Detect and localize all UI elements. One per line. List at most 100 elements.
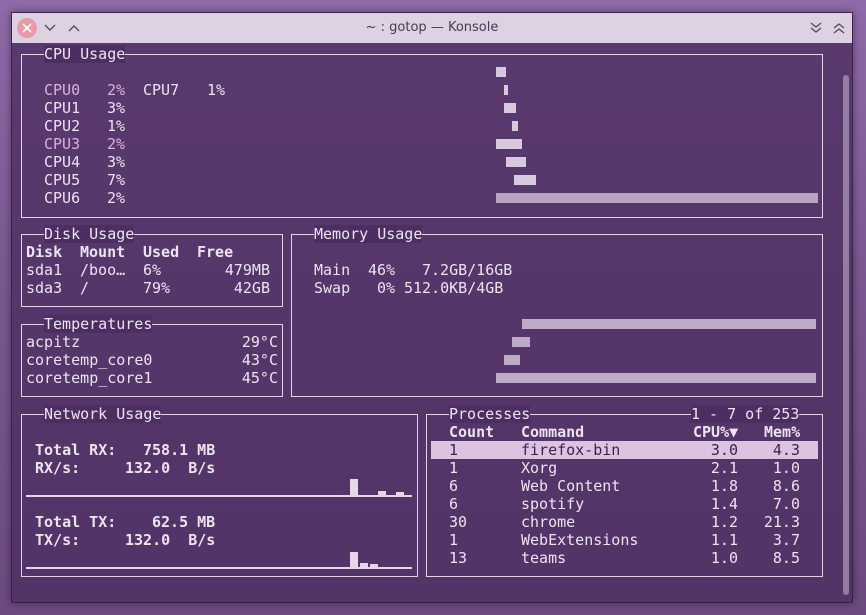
network-rx-total: 758.1 MB bbox=[143, 441, 216, 459]
table-row[interactable]: 1 WebExtensions 1.1 3.7 bbox=[431, 531, 818, 549]
temp-row-1-value: 29°C bbox=[241, 333, 278, 351]
table-row-selected[interactable]: 1 firefox-bin 3.0 4.3 bbox=[431, 441, 818, 459]
disk-row-1-mount: /boo… bbox=[80, 261, 126, 279]
cpu0-label: CPU0 bbox=[44, 81, 81, 99]
proc-row-4-cpu: 1.4 bbox=[710, 495, 738, 513]
network-tx-rate-label: TX/s: bbox=[35, 531, 81, 549]
proc-row-7-cpu: 1.0 bbox=[710, 549, 738, 567]
cpu6-value: 2% bbox=[107, 189, 126, 207]
disk-header-disk: Disk bbox=[26, 243, 63, 261]
cpu1-value: 3% bbox=[107, 99, 126, 117]
proc-row-7-mem: 8.5 bbox=[772, 549, 800, 567]
processes-title: Processes bbox=[449, 405, 531, 423]
proc-header-mem[interactable]: Mem% bbox=[764, 423, 800, 441]
temp-row-2-name: coretemp_core0 bbox=[26, 351, 153, 369]
cpu1-label: CPU1 bbox=[44, 99, 81, 117]
cpu2-value: 1% bbox=[107, 117, 126, 135]
cpu5-value: 7% bbox=[107, 171, 126, 189]
proc-row-6-command: WebExtensions bbox=[521, 531, 639, 549]
network-tx-total: 62.5 MB bbox=[152, 513, 216, 531]
proc-row-5-cpu: 1.2 bbox=[710, 513, 738, 531]
cpu3-label: CPU3 bbox=[44, 135, 81, 153]
disk-header-free: Free bbox=[197, 243, 234, 261]
network-rx-total-label: Total RX: bbox=[35, 441, 117, 459]
proc-row-6-cpu: 1.1 bbox=[710, 531, 738, 549]
proc-row-4-command: spotify bbox=[521, 495, 585, 513]
cpu2-label: CPU2 bbox=[44, 117, 81, 135]
temperatures-title: Temperatures bbox=[44, 315, 153, 333]
titlebar: ~ : gotop — Konsole bbox=[12, 13, 852, 43]
proc-row-1-cpu: 3.0 bbox=[710, 441, 738, 459]
proc-row-3-command: Web Content bbox=[521, 477, 621, 495]
network-tx-rate: 132.0 B/s bbox=[125, 531, 216, 549]
proc-row-2-count: 1 bbox=[449, 459, 459, 477]
disk-row-2-used: 79% bbox=[143, 279, 171, 297]
temp-row-3-value: 45°C bbox=[241, 369, 278, 387]
temp-row-1-name: acpitz bbox=[26, 333, 81, 351]
temp-row-3-name: coretemp_core1 bbox=[26, 369, 153, 387]
memory-main-pct: 46% bbox=[368, 261, 396, 279]
proc-row-7-command: teams bbox=[521, 549, 567, 567]
rx-sparkline bbox=[26, 477, 412, 497]
proc-row-4-count: 6 bbox=[449, 495, 459, 513]
cpu4-value: 3% bbox=[107, 153, 126, 171]
table-row[interactable]: 6 spotify 1.4 7.0 bbox=[431, 495, 818, 513]
table-row[interactable]: 6 Web Content 1.8 8.6 bbox=[431, 477, 818, 495]
temperatures-panel: Temperatures acpitz 29°C coretemp_core0 … bbox=[21, 315, 283, 397]
proc-row-2-mem: 1.0 bbox=[772, 459, 800, 477]
proc-row-5-command: chrome bbox=[521, 513, 576, 531]
proc-header-count[interactable]: Count bbox=[449, 423, 494, 441]
proc-row-1-count: 1 bbox=[449, 441, 459, 459]
memory-usage-panel: Memory Usage Main 46% 7.2GB/16GB Swap 0%… bbox=[291, 225, 823, 397]
disk-row-1-used: 6% bbox=[143, 261, 162, 279]
cpu3-value: 2% bbox=[107, 135, 126, 153]
disk-header-used: Used bbox=[143, 243, 180, 261]
cpu-usage-panel: CPU Usage CPU0 2% CPU7 1% CPU1 3% CPU2 1… bbox=[21, 45, 823, 218]
proc-row-6-mem: 3.7 bbox=[772, 531, 800, 549]
cpu-usage-graph bbox=[496, 67, 818, 203]
memory-usage-title: Memory Usage bbox=[314, 225, 423, 243]
proc-row-5-count: 30 bbox=[449, 513, 468, 531]
memory-main-label: Main bbox=[314, 261, 351, 279]
keep-above-button[interactable] bbox=[829, 18, 849, 38]
proc-header-command[interactable]: Command bbox=[521, 423, 584, 441]
network-usage-panel: Network Usage Total RX: 758.1 MB RX/s: 1… bbox=[21, 405, 418, 577]
cpu4-label: CPU4 bbox=[44, 153, 81, 171]
double-chevron-up-icon bbox=[833, 23, 845, 34]
disk-usage-panel: Disk Usage Disk Mount Used Free sda1 /bo… bbox=[21, 225, 283, 307]
terminal-area[interactable]: CPU Usage CPU0 2% CPU7 1% CPU1 3% CPU2 1… bbox=[12, 43, 852, 602]
double-chevron-down-icon bbox=[810, 22, 822, 33]
processes-range: 1 - 7 of 253 bbox=[691, 405, 800, 423]
proc-row-3-count: 6 bbox=[449, 477, 459, 495]
cpu-usage-title: CPU Usage bbox=[44, 45, 126, 63]
proc-row-1-command: firefox-bin bbox=[521, 441, 621, 459]
disk-row-2-disk: sda3 bbox=[26, 279, 63, 297]
proc-row-1-mem: 4.3 bbox=[772, 441, 800, 459]
disk-row-1-free: 479MB bbox=[224, 261, 270, 279]
memory-main-amount: 7.2GB/16GB bbox=[422, 261, 513, 279]
table-row[interactable]: 30 chrome 1.2 21.3 bbox=[431, 513, 818, 531]
cpu0-value: 2% bbox=[107, 81, 126, 99]
network-rx-rate-label: RX/s: bbox=[35, 459, 81, 477]
table-row[interactable]: 13 teams 1.0 8.5 bbox=[431, 549, 818, 567]
proc-row-2-cpu: 2.1 bbox=[710, 459, 738, 477]
disk-header-mount: Mount bbox=[80, 243, 126, 261]
proc-row-7-count: 13 bbox=[449, 549, 468, 567]
window-title: ~ : gotop — Konsole bbox=[365, 20, 499, 35]
table-row[interactable]: 1 Xorg 2.1 1.0 bbox=[431, 459, 818, 477]
processes-panel: Processes 1 - 7 of 253 Count Command CPU… bbox=[426, 405, 823, 577]
proc-row-4-mem: 7.0 bbox=[772, 495, 800, 513]
network-tx-total-label: Total TX: bbox=[35, 513, 117, 531]
cpu6-label: CPU6 bbox=[44, 189, 81, 207]
temp-row-2-value: 43°C bbox=[241, 351, 278, 369]
keep-below-button[interactable] bbox=[806, 18, 826, 38]
disk-row-1-disk: sda1 bbox=[26, 261, 63, 279]
disk-row-2-free: 42GB bbox=[233, 279, 270, 297]
terminal-scrollbar[interactable] bbox=[843, 75, 849, 595]
tx-sparkline bbox=[26, 549, 412, 569]
memory-swap-pct: 0% bbox=[377, 279, 396, 297]
proc-row-3-cpu: 1.8 bbox=[710, 477, 738, 495]
cpu7-value: 1% bbox=[207, 81, 226, 99]
proc-header-cpu[interactable]: CPU%▼ bbox=[693, 423, 738, 441]
proc-row-3-mem: 8.6 bbox=[772, 477, 800, 495]
